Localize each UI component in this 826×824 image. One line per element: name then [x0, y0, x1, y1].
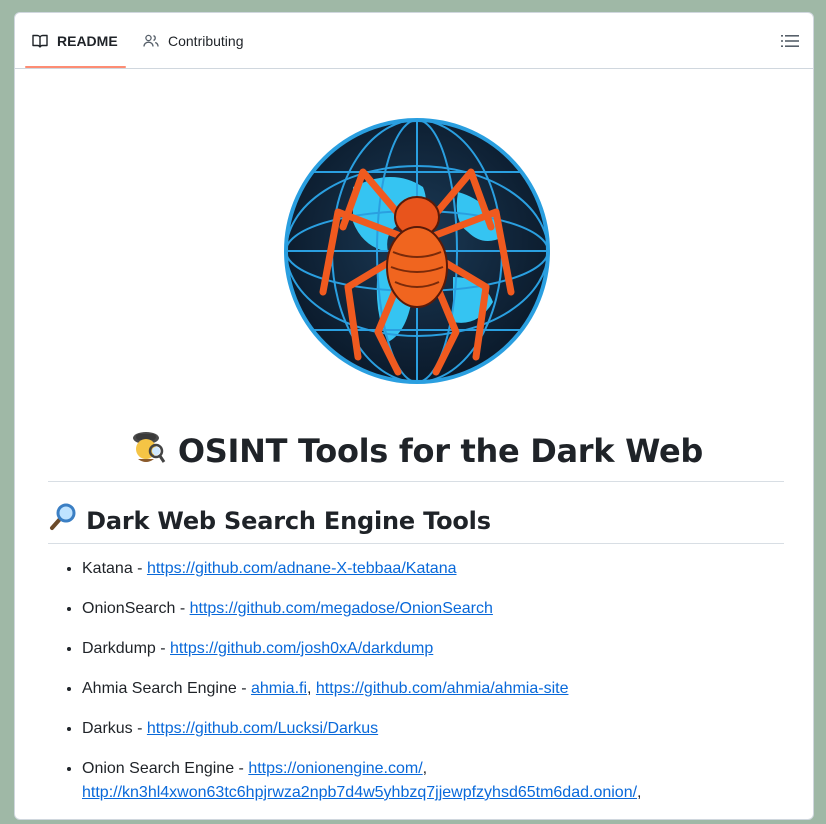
list-item: Katana - https://github.com/adnane-X-teb… [82, 557, 784, 581]
book-icon [32, 33, 48, 49]
list-item: Darkdump - https://github.com/josh0xA/da… [82, 637, 784, 661]
tab-contributing-label: Contributing [168, 33, 244, 49]
spider-globe-logo [283, 117, 551, 385]
list-item: Darkus - https://github.com/Lucksi/Darku… [82, 717, 784, 741]
tab-readme[interactable]: README [32, 13, 118, 69]
page-title: OSINT Tools for the Dark Web [48, 427, 784, 478]
tool-link[interactable]: ahmia.fi [251, 680, 307, 697]
tab-contributing[interactable]: Contributing [143, 13, 244, 69]
detective-emoji-icon [129, 429, 167, 478]
tool-link[interactable]: https://github.com/josh0xA/darkdump [170, 640, 433, 657]
section-heading-text: Dark Web Search Engine Tools [86, 507, 491, 535]
outline-toggle-icon[interactable] [781, 33, 799, 49]
list-item: Onion Search Engine - https://onionengin… [82, 757, 784, 805]
tool-link[interactable]: https://onionengine.com/ [248, 760, 422, 777]
tool-link[interactable]: https://github.com/Lucksi/Darkus [147, 720, 378, 737]
readme-panel: README Contributing OSINT Tools for the … [14, 12, 814, 820]
list-item: OnionSearch - https://github.com/megados… [82, 597, 784, 621]
title-divider [48, 481, 784, 482]
tool-link[interactable]: https://github.com/adnane-X-tebbaa/Katan… [147, 560, 457, 577]
magnifier-emoji-icon [48, 503, 78, 541]
tab-readme-label: README [57, 33, 118, 49]
tool-link[interactable]: http://kn3hl4xwon63tc6hpjrwza2npb7d4w5yh… [82, 784, 637, 801]
section-heading: Dark Web Search Engine Tools [48, 503, 784, 541]
section-divider [48, 543, 784, 544]
tool-link[interactable]: https://github.com/megadose/OnionSearch [190, 600, 493, 617]
tools-list: Katana - https://github.com/adnane-X-teb… [48, 557, 784, 819]
page-title-text: OSINT Tools for the Dark Web [177, 432, 703, 470]
active-tab-indicator [25, 66, 126, 68]
tab-bar: README Contributing [15, 13, 813, 69]
people-icon [143, 33, 159, 49]
list-item: Ahmia Search Engine - ahmia.fi, https://… [82, 677, 784, 701]
tool-link[interactable]: https://github.com/ahmia/ahmia-site [316, 680, 569, 697]
